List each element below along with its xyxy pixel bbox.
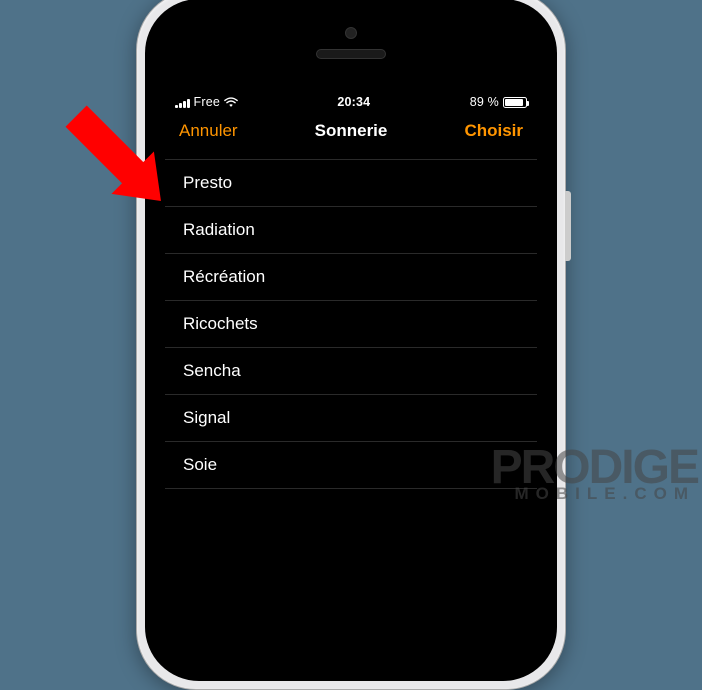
cancel-button[interactable]: Annuler xyxy=(179,121,238,141)
ringtone-item[interactable]: Radiation xyxy=(165,207,537,254)
ringtone-item[interactable]: Presto xyxy=(165,159,537,207)
nav-bar: Annuler Sonnerie Choisir xyxy=(165,111,537,153)
ringtone-item[interactable]: Ricochets xyxy=(165,301,537,348)
phone-frame: Free 20:34 89 % Annuler Sonn xyxy=(136,0,566,690)
carrier-label: Free xyxy=(194,95,221,109)
screen: Free 20:34 89 % Annuler Sonn xyxy=(165,89,537,591)
earpiece-speaker xyxy=(316,49,386,59)
ringtone-item[interactable]: Récréation xyxy=(165,254,537,301)
ringtone-item[interactable]: Signal xyxy=(165,395,537,442)
battery-icon xyxy=(503,97,527,108)
ringtone-item[interactable]: Sencha xyxy=(165,348,537,395)
front-camera xyxy=(345,27,357,39)
battery-text: 89 % xyxy=(470,95,499,109)
ringtone-list[interactable]: Presto Radiation Récréation Ricochets Se… xyxy=(165,159,537,489)
choose-button[interactable]: Choisir xyxy=(464,121,523,141)
wifi-icon xyxy=(224,97,238,108)
phone-bezel: Free 20:34 89 % Annuler Sonn xyxy=(145,0,557,681)
signal-icon xyxy=(175,97,190,108)
page-title: Sonnerie xyxy=(315,121,388,141)
clock: 20:34 xyxy=(337,95,370,109)
battery-fill xyxy=(505,99,523,106)
status-bar: Free 20:34 89 % xyxy=(165,89,537,111)
ringtone-item[interactable]: Soie xyxy=(165,442,537,489)
